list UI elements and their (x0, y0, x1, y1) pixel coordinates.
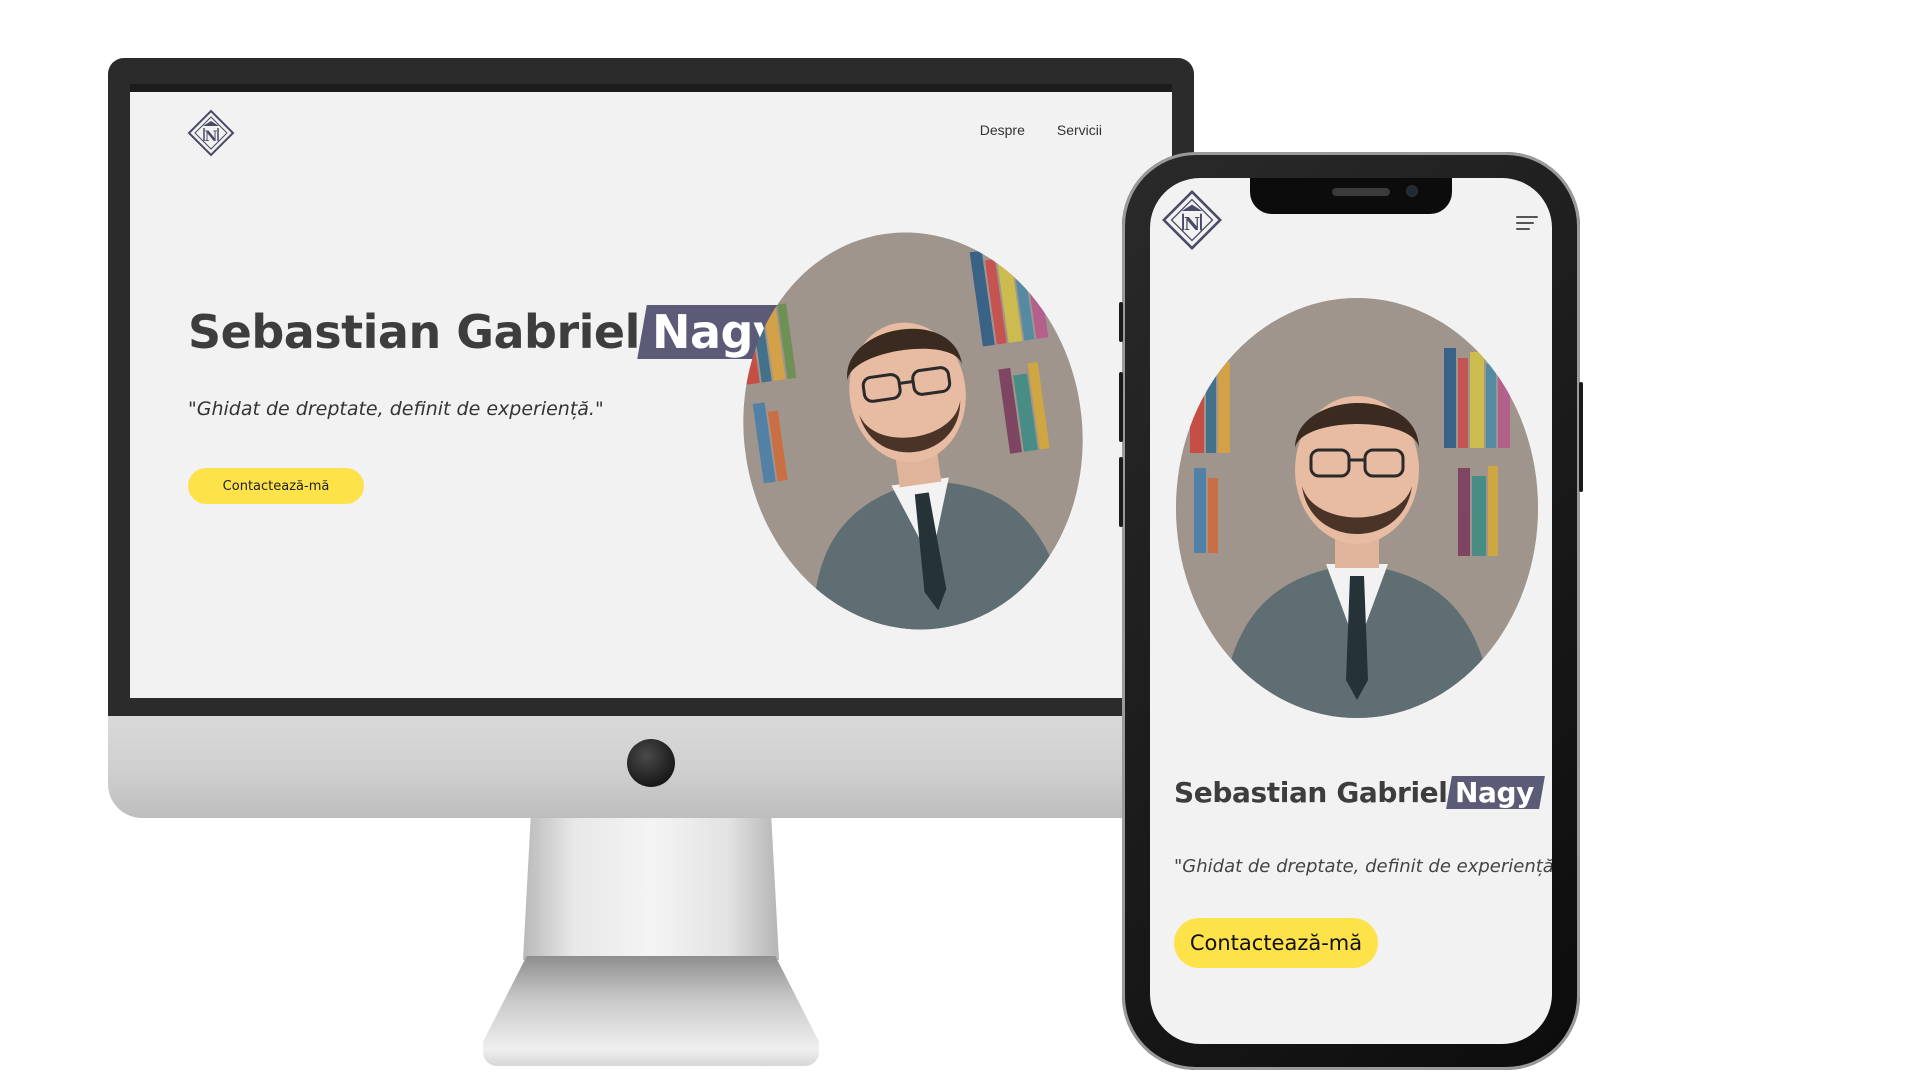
svg-text:N: N (1184, 214, 1200, 235)
phone-volume-up-button (1119, 372, 1123, 442)
portrait-photo (1176, 298, 1538, 718)
contact-button[interactable]: Contactează-mă (1174, 918, 1378, 968)
phone-power-button (1579, 382, 1583, 492)
hero-name-heading: Sebastian Gabriel Nagy (1174, 776, 1546, 809)
phone-camera-lens (1406, 185, 1418, 197)
portrait-illustration (717, 210, 1109, 652)
monitor-logo-dot (627, 739, 675, 787)
nav-link-despre[interactable]: Despre (980, 122, 1025, 138)
mobile-screen: N Sebastian Gabriel Nagy "Ghidat de drep… (1150, 178, 1552, 1044)
portrait-photo (717, 210, 1109, 652)
desktop-monitor-mockup: N Despre Servicii Sebastian Gabriel Nagy … (108, 58, 1194, 1066)
hero-tagline: "Ghidat de dreptate, definit de experien… (188, 398, 604, 420)
hero-name-highlight: Nagy (1455, 776, 1535, 809)
hero-name-prefix: Sebastian Gabriel (188, 305, 640, 359)
monitor-stand-base (483, 956, 819, 1066)
top-nav: Despre Servicii (980, 122, 1102, 138)
phone-speaker (1332, 188, 1390, 196)
phone-mockup: N Sebastian Gabriel Nagy "Ghidat de drep… (1119, 152, 1583, 1070)
nav-link-servicii[interactable]: Servicii (1057, 122, 1102, 138)
portrait-illustration (1176, 298, 1538, 718)
hero-name-prefix: Sebastian Gabriel (1174, 776, 1448, 809)
svg-text:N: N (205, 129, 218, 145)
desktop-screen: N Despre Servicii Sebastian Gabriel Nagy … (130, 84, 1172, 698)
menu-line (1516, 216, 1538, 218)
monitor-stand-neck (523, 818, 779, 960)
hero-name-heading: Sebastian Gabriel Nagy (188, 305, 800, 359)
hero-tagline: "Ghidat de dreptate, definit de experien… (1174, 856, 1552, 877)
menu-line (1516, 228, 1530, 230)
contact-button[interactable]: Contactează-mă (188, 468, 364, 504)
phone-volume-down-button (1119, 457, 1123, 527)
phone-notch (1250, 178, 1452, 214)
hero-name-highlight-box: Nagy (1446, 776, 1546, 809)
logo-icon[interactable]: N (186, 108, 236, 158)
logo-icon[interactable]: N (1160, 188, 1224, 252)
menu-line (1516, 222, 1534, 224)
hamburger-menu-icon[interactable] (1516, 216, 1538, 234)
phone-side-button (1119, 302, 1123, 342)
